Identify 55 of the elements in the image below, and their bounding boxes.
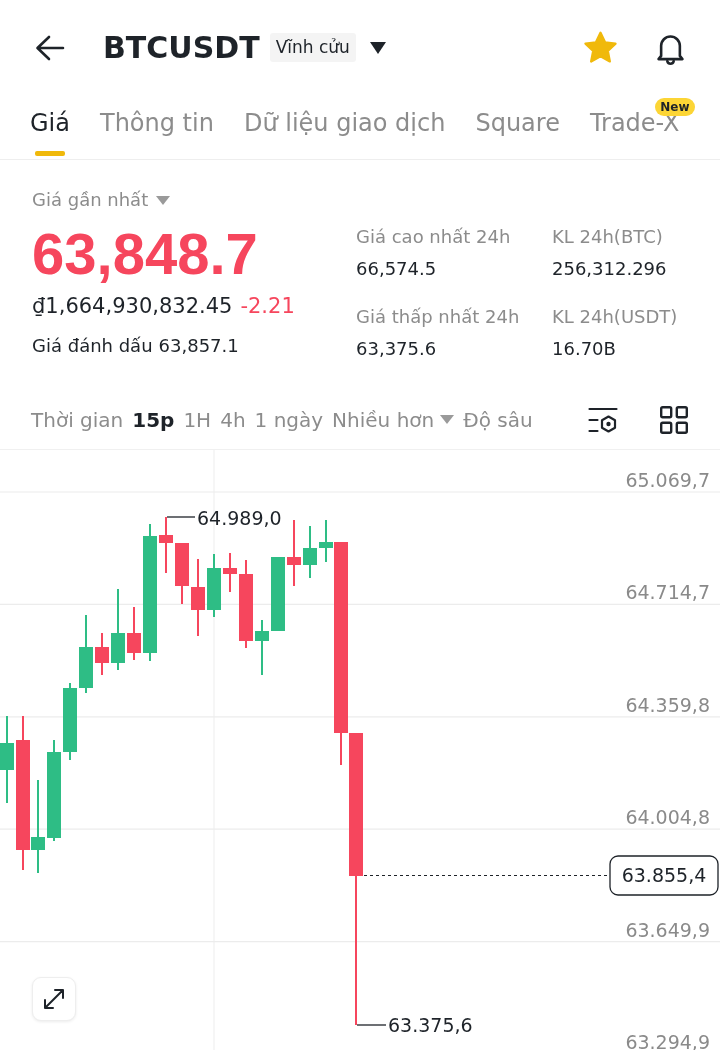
price-axis-label: 63.649,9: [625, 918, 710, 941]
caret-down-icon[interactable]: [369, 41, 386, 54]
expand-button[interactable]: [32, 977, 76, 1021]
tab[interactable]: Giá: [30, 95, 70, 159]
stat-value: 16.70B: [552, 337, 617, 361]
grid-icon[interactable]: [660, 405, 688, 434]
contract-type-badge[interactable]: Vĩnh cửu: [269, 33, 356, 62]
symbol-title: BTCUSDT: [103, 29, 260, 66]
candle: [255, 619, 269, 676]
leader-line: [356, 1024, 387, 1026]
stat-value: 256,312.296: [552, 257, 668, 281]
price-axis-label: 64.004,8: [625, 806, 710, 829]
diagonal-arrows-icon: [42, 987, 66, 1011]
candle: [223, 552, 237, 593]
candle: [207, 553, 221, 618]
interval-tab[interactable]: 1H: [183, 405, 212, 434]
leader-line: [166, 516, 196, 518]
price-axis-label: 64.359,8: [625, 693, 710, 716]
candle: [287, 519, 301, 587]
mark-price-label: Giá đánh dấu: [32, 334, 153, 358]
list-hexagon-icon[interactable]: [588, 406, 618, 433]
tab[interactable]: Thông tin: [100, 95, 214, 159]
candle: [159, 516, 173, 574]
low-price-label: 63.375,6: [388, 1014, 473, 1036]
mark-price: 63,857.1: [158, 334, 239, 358]
price-type-label[interactable]: Giá gần nhất: [32, 188, 149, 212]
price-axis-label: 65.069,7: [625, 469, 710, 491]
interval-tab[interactable]: 15p: [132, 405, 175, 434]
stat-value: 66,574.5: [356, 257, 438, 281]
candle: [175, 542, 189, 605]
new-badge: New: [655, 98, 695, 116]
price-axis-label: 64.714,7: [625, 581, 710, 604]
left-arrow-icon[interactable]: [35, 34, 65, 61]
last-price: 63,848.7: [32, 222, 259, 286]
stat-label: KL 24h(USDT): [552, 305, 679, 329]
star-icon[interactable]: [583, 30, 618, 65]
tab[interactable]: Dữ liệu giao dịch: [243, 95, 446, 159]
stat-label: KL 24h(BTC): [552, 225, 664, 249]
interval-label: Thời gian: [31, 407, 124, 432]
interval-tab[interactable]: 4h: [220, 405, 246, 434]
high-price-label: 64.989,0: [197, 507, 282, 529]
depth-tab[interactable]: Độ sâu: [463, 405, 533, 434]
current-price-tag: 63.855,4: [609, 855, 719, 896]
tab[interactable]: Square: [475, 95, 560, 159]
stat-label: Giá cao nhất 24h: [356, 225, 512, 249]
candle: [95, 632, 109, 676]
stat-value: 63,375.6: [356, 337, 438, 361]
price-change: -2.21: [240, 293, 295, 320]
more-dropdown[interactable]: Nhiều hơn: [332, 405, 455, 434]
fiat-value: ₫1,664,930,832.45: [32, 293, 233, 320]
stat-label: Giá thấp nhất 24h: [356, 305, 521, 329]
candle: [127, 606, 141, 661]
caret-down-icon: [440, 415, 455, 424]
interval-tab[interactable]: 1 ngày: [254, 405, 324, 434]
candle: [303, 525, 317, 579]
